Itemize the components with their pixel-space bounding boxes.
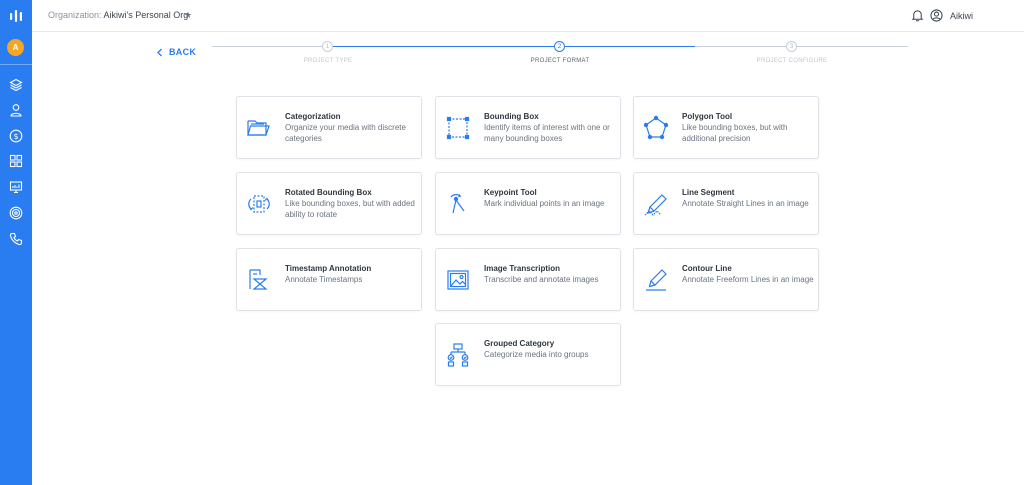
card-description: Like bounding boxes, but with added abil…: [285, 199, 415, 219]
grouped-category-icon: [447, 343, 469, 367]
format-card-image-transcription[interactable]: Image Transcription Transcribe and annot…: [435, 248, 621, 311]
step-1-indicator[interactable]: 1: [322, 41, 333, 52]
chevron-left-icon: [157, 48, 162, 56]
phone-icon[interactable]: [7, 230, 25, 248]
card-description: Categorize media into groups: [484, 350, 589, 359]
step-3-indicator[interactable]: 3: [786, 41, 797, 52]
image-icon: [447, 270, 469, 290]
org-name: Aikiwi's Personal Org: [103, 10, 189, 20]
card-title: Polygon Tool: [682, 112, 733, 121]
sidebar-divider: [0, 64, 32, 65]
card-title: Grouped Category: [484, 339, 555, 348]
back-label: BACK: [169, 47, 197, 57]
sidebar: A $: [0, 0, 32, 485]
card-description: Annotate Timestamps: [285, 275, 363, 284]
billing-icon[interactable]: $: [7, 127, 25, 145]
card-description: Identify items of interest with one or m…: [484, 123, 610, 143]
organization-selector[interactable]: Organization: Aikiwi's Personal Org: [48, 10, 188, 20]
step-connector: [212, 46, 322, 47]
card-title: Categorization: [285, 112, 341, 121]
step-connector-active: [565, 46, 695, 47]
contour-line-icon: [646, 269, 667, 291]
format-card-categorization[interactable]: Categorization Organize your media with …: [236, 96, 422, 159]
step-connector: [695, 46, 786, 47]
target-icon[interactable]: [7, 204, 25, 222]
rotated-box-icon: [248, 195, 270, 213]
card-title: Keypoint Tool: [484, 188, 537, 197]
card-title: Line Segment: [682, 188, 735, 197]
card-description: Annotate Freeform Lines in an image: [682, 275, 814, 284]
card-description: Like bounding boxes, but with additional…: [682, 123, 788, 143]
user-name[interactable]: Aikiwi: [950, 11, 973, 21]
card-title: Timestamp Annotation: [285, 264, 372, 273]
card-title: Bounding Box: [484, 112, 539, 121]
card-description: Transcribe and annotate images: [484, 275, 599, 284]
bell-icon[interactable]: [911, 9, 924, 22]
star-icon[interactable]: ★: [184, 10, 192, 21]
folder-icon: [247, 120, 270, 136]
card-description: Organize your media with discrete catego…: [285, 123, 406, 143]
org-label: Organization:: [48, 10, 102, 20]
format-card-contour-line[interactable]: Contour Line Annotate Freeform Lines in …: [633, 248, 819, 311]
step-2-label: PROJECT FORMAT: [530, 58, 590, 64]
step-connector: [797, 46, 908, 47]
card-title: Contour Line: [682, 264, 732, 273]
step-1-label: PROJECT TYPE: [303, 58, 353, 64]
step-2-indicator[interactable]: 2: [554, 41, 565, 52]
timestamp-icon: [249, 269, 268, 290]
format-card-timestamp[interactable]: Timestamp Annotation Annotate Timestamps: [236, 248, 422, 311]
polygon-icon: [643, 115, 669, 140]
card-description: Mark individual points in an image: [484, 199, 605, 208]
step-3-label: PROJECT CONFIGURE: [756, 58, 828, 64]
monitor-icon[interactable]: [7, 178, 25, 196]
avatar[interactable]: A: [7, 39, 24, 56]
format-card-polygon[interactable]: Polygon Tool Like bounding boxes, but wi…: [633, 96, 819, 159]
layers-icon[interactable]: [7, 76, 25, 94]
back-button[interactable]: BACK: [156, 47, 196, 57]
format-card-bounding-box[interactable]: Bounding Box Identify items of interest …: [435, 96, 621, 159]
top-header: Organization: Aikiwi's Personal Org ★ Ai…: [32, 0, 1024, 32]
format-card-keypoint[interactable]: Keypoint Tool Mark individual points in …: [435, 172, 621, 235]
keypoint-icon: [450, 194, 465, 214]
card-title: Image Transcription: [484, 264, 561, 273]
card-description: Annotate Straight Lines in an image: [682, 199, 809, 208]
step-connector-active: [333, 46, 554, 47]
line-segment-icon: [644, 194, 667, 216]
format-card-line-segment[interactable]: Line Segment Annotate Straight Lines in …: [633, 172, 819, 235]
svg-text:$: $: [13, 132, 18, 141]
user-account-icon[interactable]: [930, 9, 943, 22]
card-title: Rotated Bounding Box: [285, 188, 372, 197]
app-logo-icon[interactable]: [8, 8, 24, 24]
user-icon[interactable]: [7, 101, 25, 119]
grid-icon[interactable]: [7, 152, 25, 170]
bounding-box-icon: [446, 116, 470, 140]
format-card-rotated-bounding-box[interactable]: Rotated Bounding Box Like bounding boxes…: [236, 172, 422, 235]
format-card-grouped-category[interactable]: Grouped Category Categorize media into g…: [435, 323, 621, 386]
